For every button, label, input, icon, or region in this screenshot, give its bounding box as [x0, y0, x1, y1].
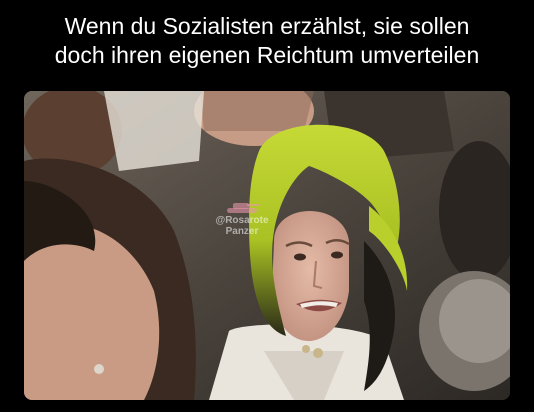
- photo-illustration: [24, 91, 510, 400]
- watermark: @Rosarote Panzer: [207, 200, 277, 237]
- watermark-name: Panzer: [225, 226, 259, 237]
- meme-canvas: Wenn du Sozialisten erzählst, sie sollen…: [0, 0, 534, 412]
- watermark-handle: @Rosarote: [215, 215, 269, 226]
- tank-icon: [227, 203, 259, 213]
- meme-caption: Wenn du Sozialisten erzählst, sie sollen…: [54, 13, 480, 68]
- meme-photo: @Rosarote Panzer: [24, 91, 510, 400]
